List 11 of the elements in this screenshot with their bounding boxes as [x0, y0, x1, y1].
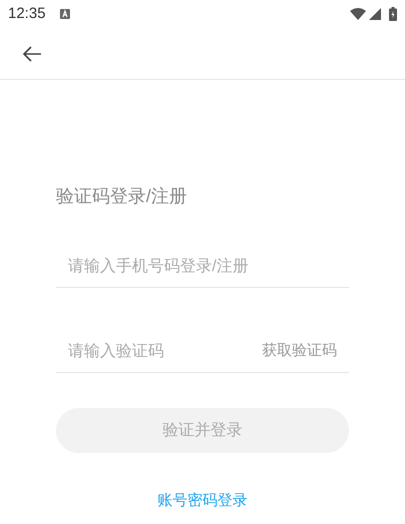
- status-time: 12:35: [8, 4, 46, 24]
- back-arrow-icon: [22, 44, 42, 62]
- wifi-icon: [350, 8, 366, 20]
- get-code-button[interactable]: 获取验证码: [262, 340, 349, 363]
- password-login-link[interactable]: 账号密码登录: [158, 490, 248, 512]
- battery-icon: [389, 7, 397, 21]
- notification-icon: [60, 9, 70, 19]
- phone-input-field[interactable]: 请输入手机号码登录/注册: [56, 246, 349, 288]
- signal-icon: [369, 8, 381, 20]
- page-title: 验证码登录/注册: [56, 185, 188, 208]
- code-input-field[interactable]: 请输入验证码 获取验证码: [56, 331, 349, 373]
